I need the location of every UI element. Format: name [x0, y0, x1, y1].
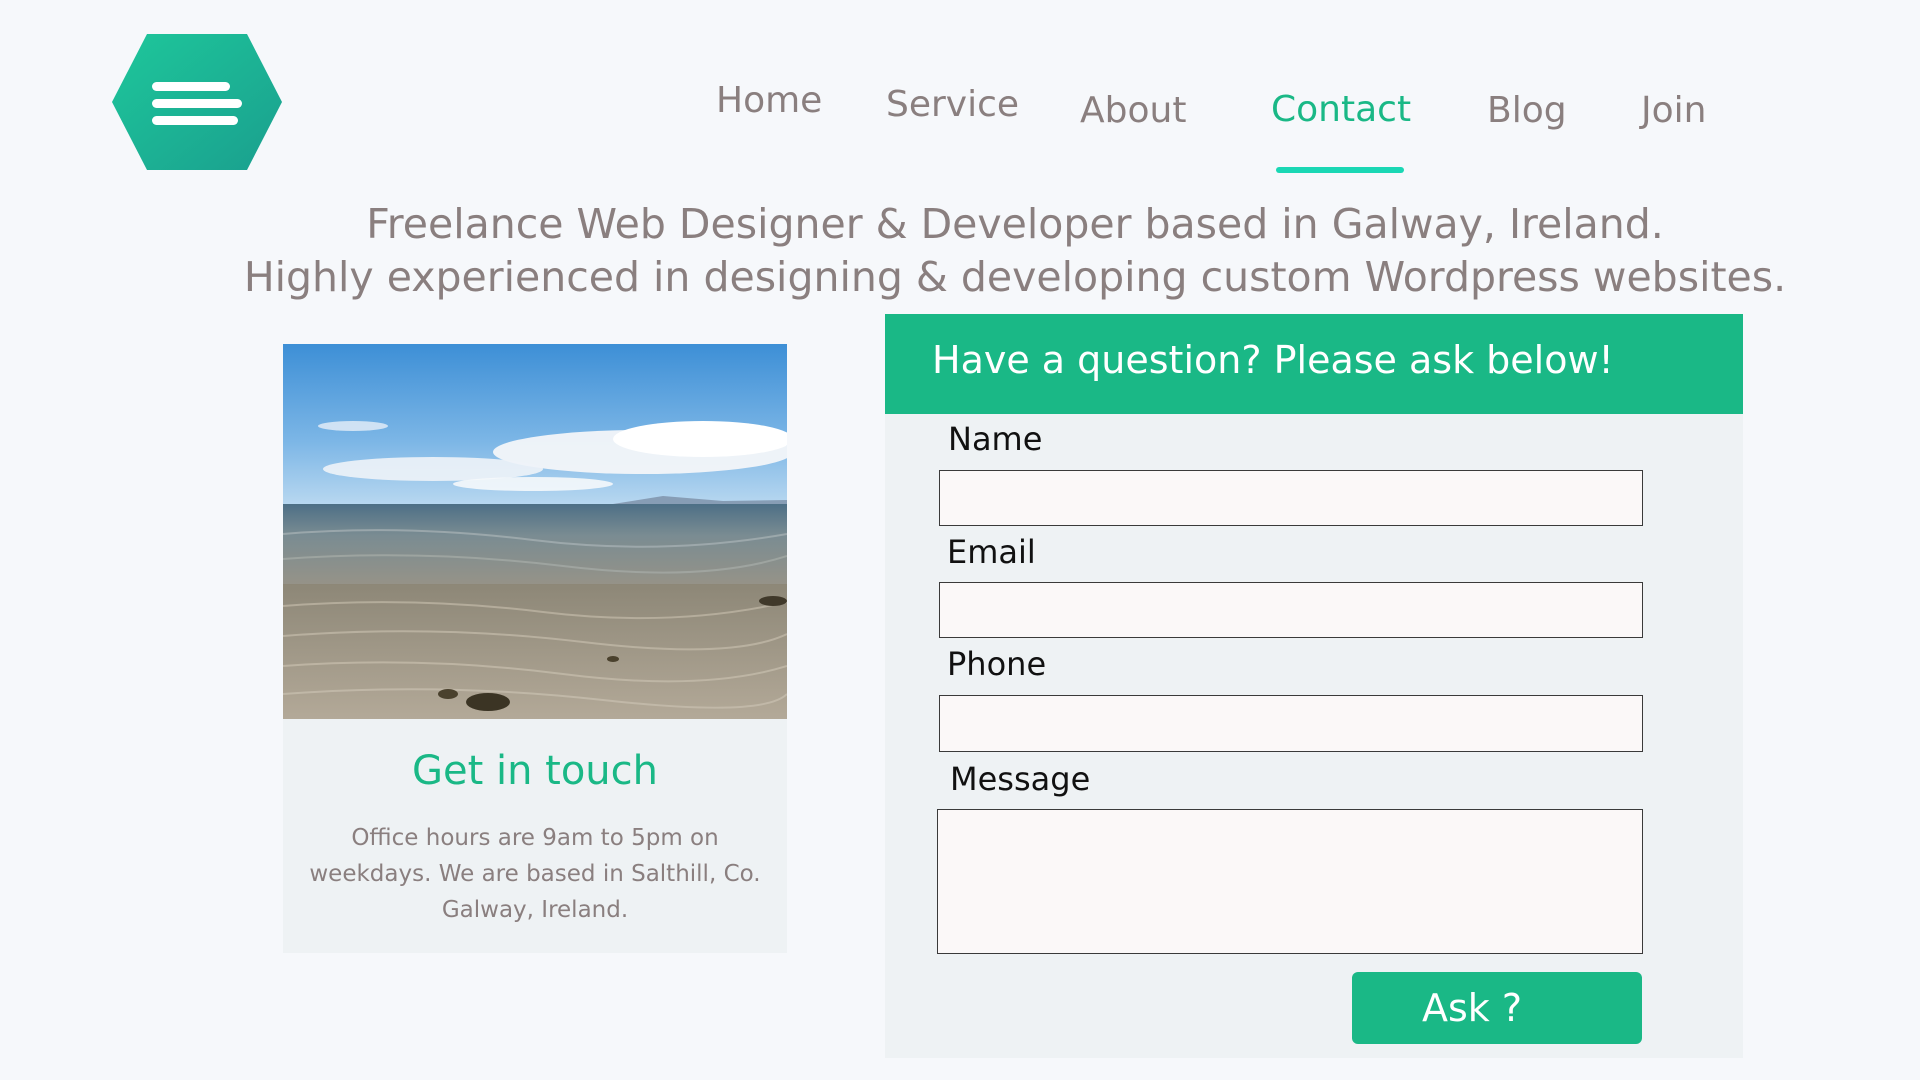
email-input[interactable]: [939, 582, 1643, 638]
nav-link-about[interactable]: About: [1080, 90, 1186, 131]
nav-link-blog[interactable]: Blog: [1487, 90, 1567, 131]
tagline-line-1: Freelance Web Designer & Developer based…: [366, 200, 1664, 248]
menu-icon[interactable]: [110, 32, 284, 172]
beach-photo: [283, 344, 787, 719]
active-nav-indicator: [1276, 167, 1404, 173]
nav-link-join[interactable]: Join: [1641, 90, 1706, 131]
tagline-line-2: Highly experienced in designing & develo…: [243, 253, 1787, 301]
phone-label: Phone: [947, 645, 1047, 683]
nav-link-contact[interactable]: Contact: [1271, 89, 1411, 130]
office-hours-text: Office hours are 9am to 5pm on weekdays.…: [309, 825, 761, 923]
name-input[interactable]: [939, 470, 1643, 526]
form-header-text: Have a question? Please ask below!: [932, 338, 1614, 382]
name-label: Name: [948, 420, 1043, 458]
get-in-touch-heading: Get in touch: [411, 748, 659, 794]
question-form: Have a question? Please ask below! Name …: [885, 314, 1743, 1058]
message-textarea[interactable]: [937, 809, 1643, 954]
contact-info-card: Get in touch Office hours are 9am to 5pm…: [283, 344, 787, 953]
email-label: Email: [947, 533, 1036, 571]
phone-input[interactable]: [939, 695, 1643, 752]
ask-button[interactable]: Ask ?: [1352, 972, 1642, 1044]
nav-link-home[interactable]: Home: [716, 80, 822, 121]
form-header: Have a question? Please ask below!: [885, 314, 1743, 414]
message-label: Message: [950, 760, 1091, 798]
nav-link-service[interactable]: Service: [886, 84, 1019, 125]
